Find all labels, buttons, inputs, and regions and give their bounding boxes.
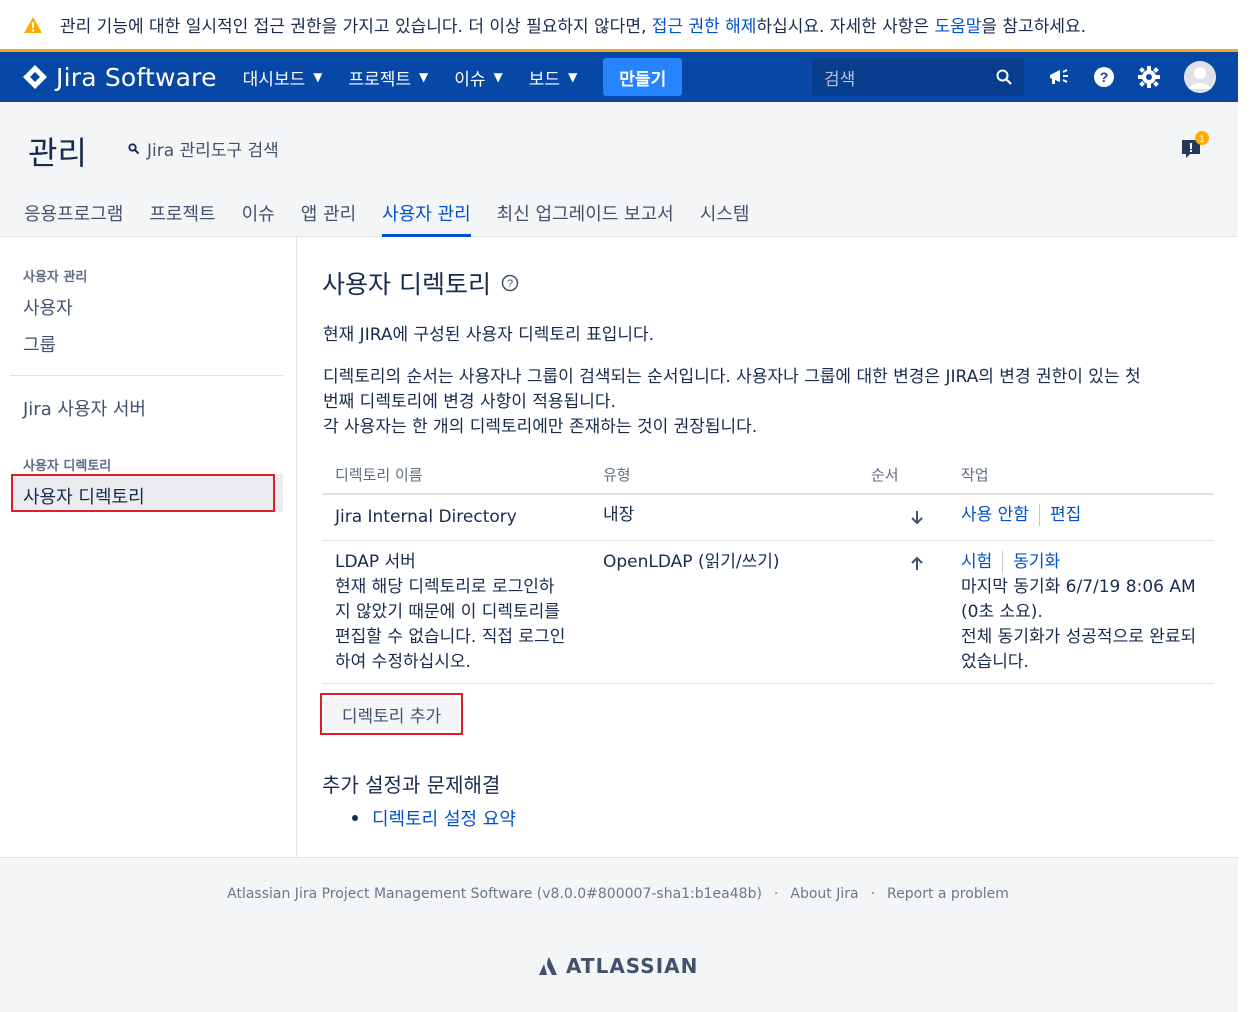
sidebar-selection-bar [275,474,283,512]
add-directory-button[interactable]: 디렉토리 추가 [324,697,459,731]
move-up-cell [858,540,948,684]
tab-manage-apps[interactable]: 앱 관리 [301,200,356,237]
move-down-cell [858,494,948,541]
chevron-down-icon: ▼ [313,70,323,84]
nav-dashboards[interactable]: 대시보드 ▼ [243,65,323,90]
nav-boards[interactable]: 보드 ▼ [529,65,578,90]
sidebar: 사용자 관리 사용자 그룹 Jira 사용자 서버 사용자 디렉토리 사용자 디… [0,237,297,857]
directory-note: 현재 해당 디렉토리로 로그인하지 않았기 때문에 이 디렉토리를 편집할 수 … [335,577,566,672]
section-title: 사용자 디렉토리 ? [322,265,519,301]
admin-header: 관리 Jira 관리도구 검색 1 응용프로그램 프로젝트 이슈 앱 관리 사용… [0,102,1252,237]
create-button[interactable]: 만들기 [603,58,683,96]
sidebar-divider [10,375,283,376]
column-header-type: 유형 [590,456,858,495]
column-header-name: 디렉토리 이름 [322,456,590,495]
sidebar-heading-user-directories: 사용자 디렉토리 [23,459,112,474]
column-header-order: 순서 [858,456,948,495]
atlassian-logo[interactable]: ATLASSIAN [538,954,698,978]
chevron-down-icon: ▼ [568,70,578,84]
arrow-down-icon[interactable] [910,510,924,524]
bullet-icon [352,815,358,821]
directory-type: 내장 [590,494,858,541]
report-problem-link[interactable]: Report a problem [887,886,1009,902]
intro-text: 현재 JIRA에 구성된 사용자 디렉토리 표입니다. [323,325,655,345]
list-item: 디렉토리 설정 요약 [352,805,516,831]
search-icon [996,69,1012,85]
page-scrollbar[interactable] [1238,0,1252,1012]
sidebar-item-user-directories[interactable]: 사용자 디렉토리 [11,474,275,512]
atlassian-icon [539,957,557,975]
product-version: Atlassian Jira Project Management Softwa… [227,886,762,902]
tab-upgrade-report[interactable]: 최신 업그레이드 보고서 [497,200,674,237]
jira-diamond-icon [23,65,47,89]
test-link[interactable]: 시험 [961,552,992,572]
search-input[interactable]: 검색 [812,58,1024,96]
user-avatar[interactable] [1184,61,1216,93]
sync-result: 전체 동기화가 성공적으로 완료되었습니다. [961,627,1197,672]
table-row: Jira Internal Directory 내장 사용 안함 편집 [322,494,1214,541]
svg-text:?: ? [1100,69,1109,85]
sidebar-heading-user-management: 사용자 관리 [23,270,88,285]
svg-text:?: ? [507,278,513,290]
page-title: 관리 [28,134,87,172]
admin-search[interactable]: Jira 관리도구 검색 [128,136,279,161]
announcement-icon[interactable] [1046,64,1072,90]
sidebar-item-groups[interactable]: 그룹 [23,331,56,357]
add-directory-highlight: 디렉토리 추가 [320,693,463,735]
help-circle-icon[interactable]: ? [501,274,519,292]
footer-links: Atlassian Jira Project Management Softwa… [227,886,1009,902]
footer: Atlassian Jira Project Management Softwa… [0,857,1252,1012]
sync-info: 마지막 동기화 6/7/19 8:06 AM (0초 소요). [961,577,1196,622]
sync-link[interactable]: 동기화 [1013,552,1060,572]
directory-type: OpenLDAP (읽기/쓰기) [590,540,858,684]
banner-text: 관리 기능에 대한 일시적인 접근 권한을 가지고 있습니다. 더 이상 필요하… [60,17,1087,37]
tab-user-management[interactable]: 사용자 관리 [382,200,471,237]
revoke-access-link[interactable]: 접근 권한 해제 [652,17,757,37]
sidebar-item-users[interactable]: 사용자 [23,294,73,320]
help-link[interactable]: 도움말 [934,17,981,37]
top-navigation: Jira Software 대시보드 ▼ 프로젝트 ▼ 이슈 ▼ 보드 ▼ 만들기 검색… [0,52,1252,102]
directory-settings-summary-link[interactable]: 디렉토리 설정 요약 [372,805,516,831]
actions-cell: 시험 동기화 마지막 동기화 6/7/19 8:06 AM (0초 소요). 전체… [948,540,1214,684]
tab-system[interactable]: 시스템 [700,200,750,237]
settings-gear-icon[interactable] [1136,64,1162,90]
actions-cell: 사용 안함 편집 [948,494,1214,541]
table-row: LDAP 서버 현재 해당 디렉토리로 로그인하지 않았기 때문에 이 디렉토리… [322,540,1214,684]
disable-link[interactable]: 사용 안함 [961,505,1029,525]
directory-table: 디렉토리 이름 유형 순서 작업 Jira Internal Directory… [322,456,1214,684]
sidebar-item-jira-user-server[interactable]: Jira 사용자 서버 [23,395,146,421]
help-icon[interactable]: ? [1091,64,1117,90]
arrow-up-icon[interactable] [910,557,924,571]
directory-name: LDAP 서버 [335,552,416,572]
svg-text:1: 1 [1199,134,1205,145]
tab-issues[interactable]: 이슈 [242,200,275,237]
nav-projects[interactable]: 프로젝트 ▼ [348,65,428,90]
tab-applications[interactable]: 응용프로그램 [24,200,123,237]
directory-name-cell: LDAP 서버 현재 해당 디렉토리로 로그인하지 않았기 때문에 이 디렉토리… [322,540,590,684]
nav-issues[interactable]: 이슈 ▼ [454,65,503,90]
chevron-down-icon: ▼ [493,70,503,84]
warning-icon [24,16,42,33]
directory-name: Jira Internal Directory [322,494,590,541]
admin-tabs: 응용프로그램 프로젝트 이슈 앱 관리 사용자 관리 최신 업그레이드 보고서 … [24,200,775,237]
edit-link[interactable]: 편집 [1050,505,1081,525]
description-text: 디렉토리의 순서는 사용자나 그룹이 검색되는 순서입니다. 사용자나 그룹에 … [323,367,1141,437]
feedback-notification-icon[interactable]: 1 [1180,130,1210,160]
search-icon [128,143,139,154]
about-jira-link[interactable]: About Jira [790,886,858,902]
jira-logo[interactable]: Jira Software [22,63,217,92]
chevron-down-icon: ▼ [419,70,429,84]
admin-access-banner: 관리 기능에 대한 일시적인 접근 권한을 가지고 있습니다. 더 이상 필요하… [0,0,1252,52]
settings-heading: 추가 설정과 문제해결 [322,773,501,797]
tab-projects[interactable]: 프로젝트 [149,200,215,237]
column-header-actions: 작업 [948,456,1214,495]
